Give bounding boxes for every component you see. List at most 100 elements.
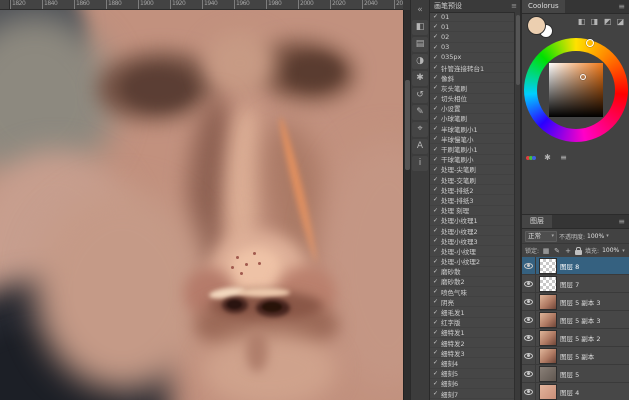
layer-thumbnail[interactable] — [539, 347, 557, 364]
brush-item[interactable]: ✓ 像斜 — [430, 73, 514, 84]
saturation-value-square[interactable] — [549, 63, 603, 117]
brush-item[interactable]: ✓ 02 — [430, 32, 514, 43]
brush-item[interactable]: ✓ 细特发2 — [430, 338, 514, 349]
brush-item[interactable]: ✓ 红字版 — [430, 318, 514, 328]
brush-item[interactable]: ✓ 干刷笔刷小1 — [430, 144, 514, 155]
lock-pixels-icon[interactable]: ✎ — [553, 246, 561, 256]
layer-row[interactable]: 图层 5 — [522, 365, 629, 383]
layer-row[interactable]: 图层 4 — [522, 383, 629, 400]
foreground-color-swatch[interactable] — [527, 16, 546, 35]
gear-icon[interactable]: ✱ — [542, 152, 553, 163]
visibility-toggle[interactable] — [522, 329, 536, 346]
layer-thumbnail[interactable] — [539, 275, 557, 292]
opacity-value[interactable]: 100% — [587, 233, 604, 240]
box-mode-icon[interactable]: ◨ — [589, 16, 600, 27]
visibility-toggle[interactable] — [522, 275, 536, 292]
brush-item[interactable]: ✓ 半球慢笔小 — [430, 134, 514, 145]
brush-item[interactable]: ✓ 处理小纹理1 — [430, 216, 514, 226]
brush-item[interactable]: ✓ 小球笔刷 — [430, 114, 514, 125]
layer-thumbnail[interactable] — [539, 365, 557, 382]
hue-marker[interactable] — [586, 39, 594, 47]
brush-item[interactable]: ✓ 处理小纹理3 — [430, 236, 514, 247]
rgb-dots-icon[interactable] — [526, 152, 537, 163]
swatches-panel-icon[interactable]: ▤ — [412, 37, 428, 52]
layer-row[interactable]: 图层 5 副本 — [522, 347, 629, 365]
brush-item[interactable]: ✓ 干球笔刷小 — [430, 155, 514, 165]
brush-item[interactable]: ✓ 处理-尖笔刷 — [430, 165, 514, 175]
canvas-vertical-scrollbar[interactable] — [403, 10, 410, 400]
fill-value[interactable]: 100% — [602, 247, 619, 254]
brush-item[interactable]: ✓ 切头相位 — [430, 94, 514, 104]
layer-thumbnail[interactable] — [539, 257, 557, 274]
history-panel-icon[interactable]: ↺ — [412, 88, 428, 103]
brush-item[interactable]: ✓ 细毛发1 — [430, 307, 514, 318]
brush-item[interactable]: ✓ 针管连接转台1 — [430, 63, 514, 74]
panel-menu-icon[interactable]: ≡ — [618, 215, 629, 228]
brush-item[interactable]: ✓ 处理-排纸3 — [430, 195, 514, 206]
color-panel-icon[interactable]: ◧ — [412, 20, 428, 35]
canvas-artwork[interactable] — [0, 10, 403, 400]
adjustments-panel-icon[interactable]: ◑ — [412, 54, 428, 69]
lock-all-icon[interactable] — [575, 246, 583, 255]
slider-mode-icon[interactable]: ◩ — [602, 16, 613, 27]
panel-menu-icon[interactable]: ≡ — [511, 0, 520, 12]
brush-item[interactable]: ✓ 细刻4 — [430, 358, 514, 369]
mixer-icon[interactable]: ≡ — [558, 152, 569, 163]
color-marker[interactable] — [580, 73, 587, 80]
brush-item[interactable]: ✓ 处理-交笔刷 — [430, 175, 514, 186]
brush-item[interactable]: ✓ 细特发3 — [430, 348, 514, 359]
brush-item[interactable]: ✓ 细刻6 — [430, 379, 514, 389]
visibility-toggle[interactable] — [522, 311, 536, 328]
lock-transparency-icon[interactable]: ▦ — [542, 246, 550, 256]
brush-item[interactable]: ✓ 01 — [430, 22, 514, 33]
styles-panel-icon[interactable]: ✱ — [412, 71, 428, 86]
brush-item[interactable]: ✓ 处理-排纸2 — [430, 185, 514, 196]
brush-item[interactable]: ✓ 半球笔刷小1 — [430, 124, 514, 135]
character-panel-icon[interactable]: A — [412, 139, 428, 154]
layer-row[interactable]: 图层 5 副本 3 — [522, 293, 629, 311]
ruler[interactable]: 1820 1840 1860 1880 1900 1920 1940 1960 1980 2000… — [10, 0, 403, 10]
layer-row[interactable]: 图层 5 副本 2 — [522, 329, 629, 347]
brush-item[interactable]: ✓ 03 — [430, 43, 514, 53]
collapse-dock-icon[interactable]: « — [412, 3, 428, 18]
brush-item[interactable]: ✓ 小设置 — [430, 104, 514, 114]
wheel-mode-icon[interactable]: ◧ — [576, 16, 587, 27]
panel-menu-icon[interactable]: ≡ — [618, 0, 629, 13]
blend-mode-select[interactable]: 正常 ▾ — [525, 230, 557, 242]
layer-row[interactable]: 图层 7 — [522, 275, 629, 293]
brush-item[interactable]: ✓ 阴亮 — [430, 297, 514, 308]
layer-thumbnail[interactable] — [539, 329, 557, 346]
visibility-toggle[interactable] — [522, 347, 536, 364]
info-panel-icon[interactable]: i — [412, 156, 428, 171]
layer-row[interactable]: 图层 5 副本 3 — [522, 311, 629, 329]
brush-item[interactable]: ✓ 细刻5 — [430, 369, 514, 379]
tab-coolorus[interactable]: Coolorus — [522, 0, 565, 13]
layer-row[interactable]: 图层 8 — [522, 257, 629, 275]
scrollbar-thumb[interactable] — [516, 15, 520, 85]
lock-position-icon[interactable]: + — [564, 246, 572, 256]
color-wheel[interactable] — [524, 38, 628, 142]
layer-thumbnail[interactable] — [539, 311, 557, 328]
brush-item[interactable]: ✓ 处理-小纹理 — [430, 246, 514, 257]
ruler-origin[interactable] — [0, 0, 10, 10]
brush-panel-icon[interactable]: ✎ — [412, 105, 428, 120]
brush-item[interactable]: ✓ 喷色气味 — [430, 287, 514, 298]
layer-thumbnail[interactable] — [539, 383, 557, 400]
visibility-toggle[interactable] — [522, 365, 536, 382]
visibility-toggle[interactable] — [522, 293, 536, 310]
options-icon[interactable]: ◪ — [615, 16, 626, 27]
layer-thumbnail[interactable] — [539, 293, 557, 310]
clone-source-panel-icon[interactable]: ⌖ — [412, 122, 428, 137]
brush-item[interactable]: ✓ 灰头笔刷 — [430, 83, 514, 94]
brush-list-scrollbar[interactable] — [514, 12, 520, 400]
brush-item[interactable]: ✓ 处理小纹理2 — [430, 226, 514, 237]
visibility-toggle[interactable] — [522, 383, 536, 400]
brush-item[interactable]: ✓ 01 — [430, 12, 514, 23]
brush-item[interactable]: ✓ 细特发1 — [430, 328, 514, 338]
brush-item[interactable]: ✓ 细刻7 — [430, 389, 514, 400]
brush-item[interactable]: ✓ 磨砂散2 — [430, 277, 514, 288]
brush-item[interactable]: ✓ 处理-小纹理2 — [430, 257, 514, 267]
brush-item[interactable]: ✓ 035px — [430, 53, 514, 63]
tab-layers[interactable]: 图层 — [522, 215, 552, 228]
brush-item[interactable]: ✓ 磨砂散 — [430, 267, 514, 277]
